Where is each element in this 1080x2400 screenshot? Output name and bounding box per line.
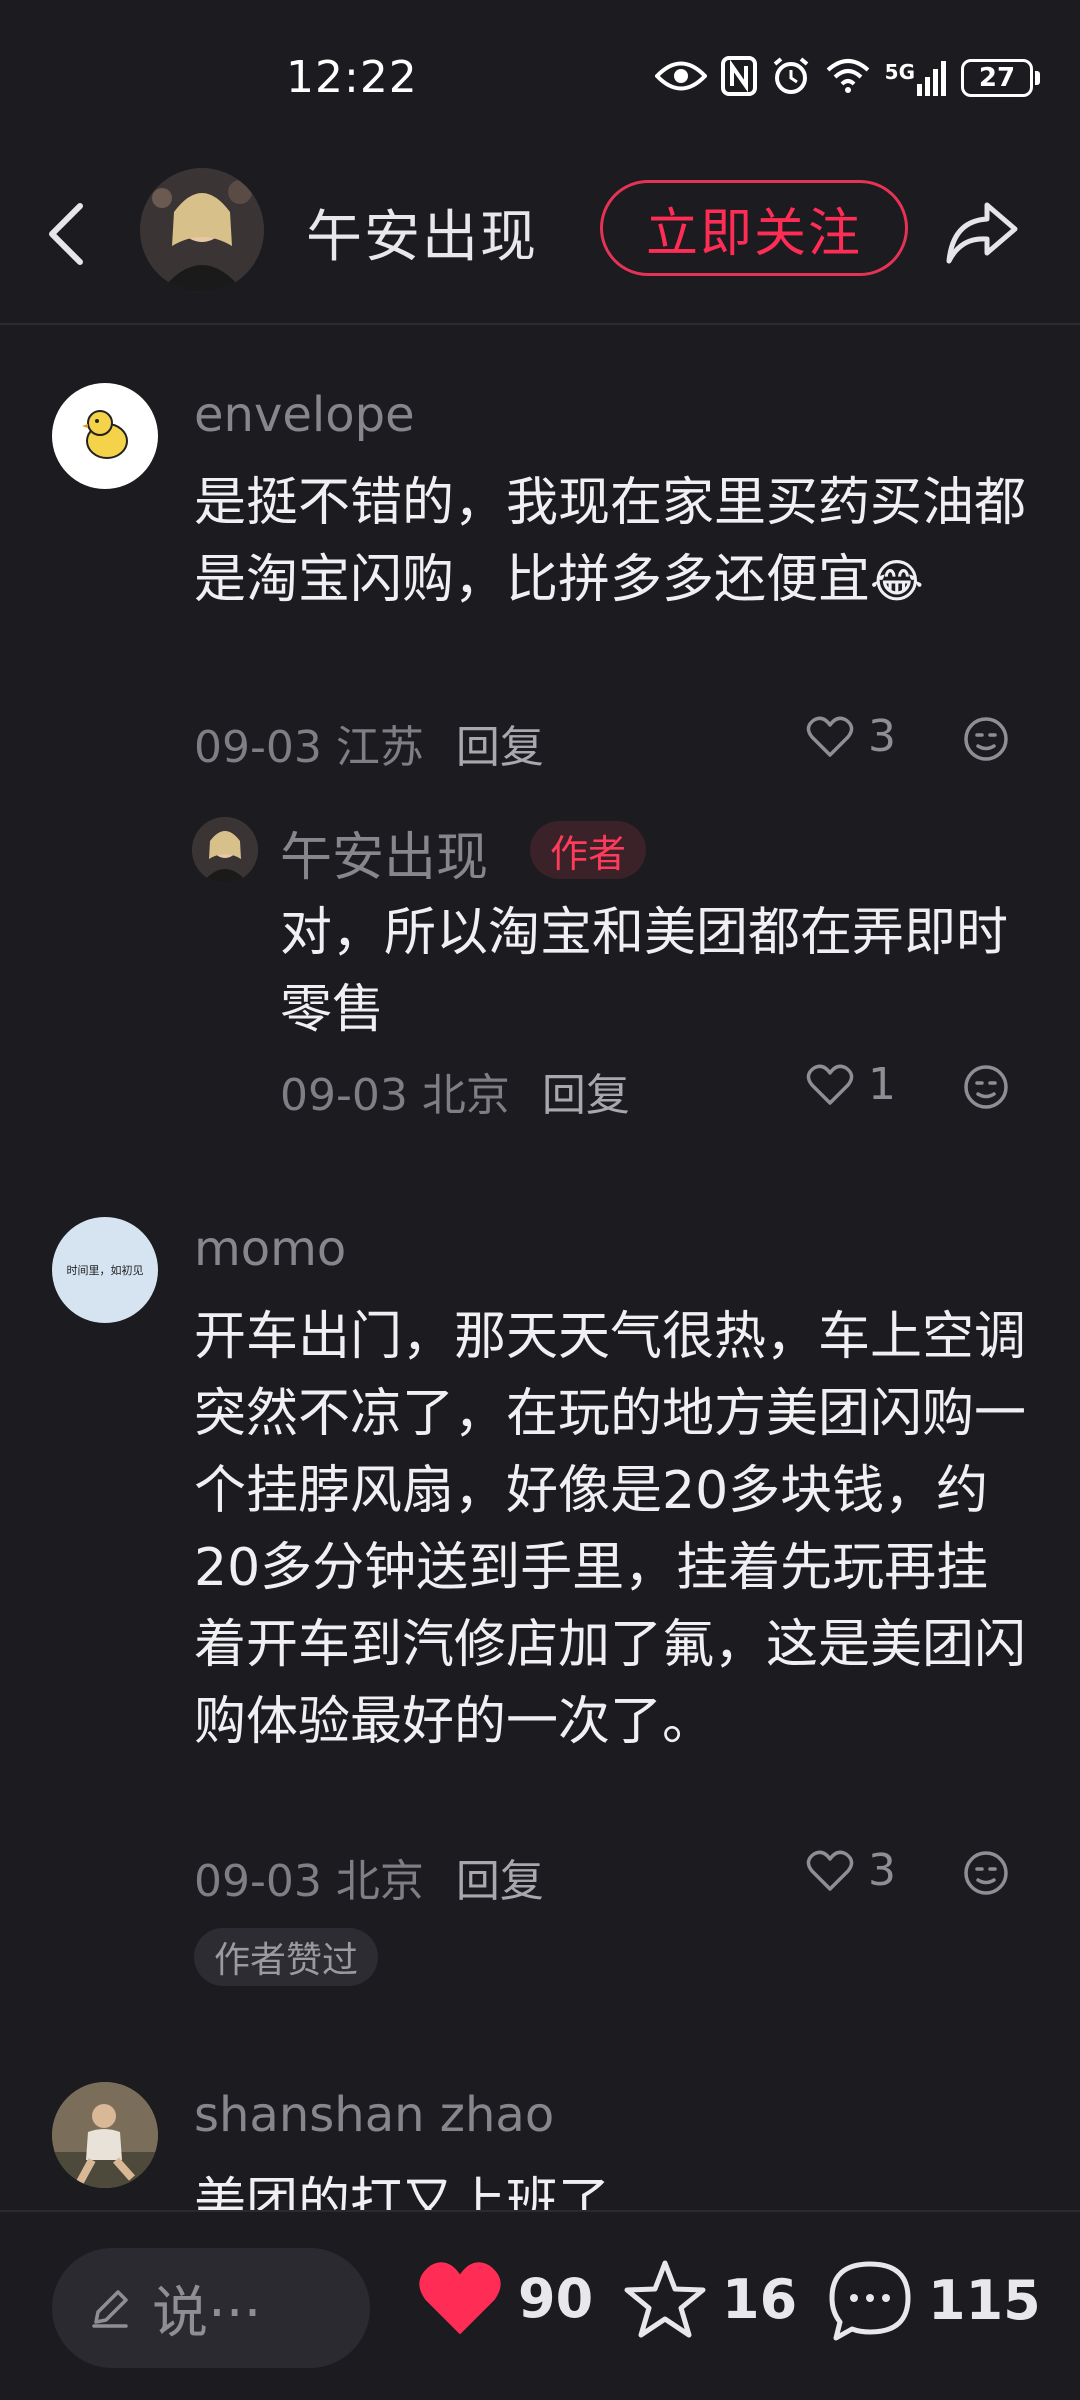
network-type-label: 5G: [884, 60, 915, 84]
like-count: 1: [868, 1059, 896, 1110]
emoji-reaction-icon[interactable]: [962, 1849, 1010, 1897]
chevron-left-icon: [49, 203, 83, 265]
comment-meta: 09-03 北京 回复: [280, 1059, 630, 1123]
heart-outline-icon: [806, 716, 854, 757]
comment-date: 09-03: [194, 722, 322, 773]
wifi-icon: [825, 58, 871, 98]
comment-bubble-icon: [829, 2261, 911, 2341]
like-button[interactable]: 3: [806, 711, 896, 762]
author-avatar[interactable]: [140, 168, 264, 292]
avatar-caption: 时间里，如初见: [66, 1264, 144, 1277]
comment-input[interactable]: 说···: [52, 2248, 370, 2368]
back-button[interactable]: [36, 194, 96, 274]
author-badge: 作者: [530, 821, 647, 879]
like-count: 90: [518, 2266, 594, 2330]
eye-icon: [653, 59, 708, 97]
comment-text: 美团的打又上班了: [194, 2173, 611, 2210]
comment-text: 开车出门，那天天气很热，车上空调突然不凉了，在玩的地方美团闪购一个挂脖风扇，好像…: [194, 1307, 1027, 1752]
comment-username[interactable]: envelope: [194, 387, 415, 443]
author-liked-badge: 作者赞过: [194, 1928, 379, 1986]
reply-button[interactable]: 回复: [542, 1070, 630, 1121]
status-time: 12:22: [286, 52, 418, 103]
comment-date: 09-03: [280, 1070, 408, 1121]
battery-level: 27: [961, 59, 1033, 97]
comment-location: 江苏: [335, 722, 424, 773]
author-name[interactable]: 午安出现: [306, 192, 538, 273]
heart-filled-icon: [419, 2262, 501, 2335]
like-button[interactable]: 3: [806, 1845, 896, 1896]
favorite-button[interactable]: 16: [622, 2258, 797, 2340]
chick-icon: [82, 410, 128, 459]
avatar[interactable]: 时间里，如初见: [52, 1217, 158, 1323]
comment-meta: 09-03 北京 回复: [194, 1845, 544, 1909]
comment-list[interactable]: envelope 是挺不错的，我现在家里买药买油都是淘宝闪购，比拼多多还便宜😂 …: [0, 325, 1080, 2210]
reply-button[interactable]: 回复: [456, 722, 544, 773]
comment-input-placeholder: 说···: [152, 2280, 262, 2346]
comment-username[interactable]: shanshan zhao: [194, 2087, 554, 2143]
heart-outline-icon: [806, 1850, 854, 1891]
like-post-button[interactable]: 90: [416, 2258, 593, 2338]
bottom-action-bar: 说··· 90 16 115: [0, 2210, 1080, 2400]
emoji-reaction-icon[interactable]: [962, 715, 1010, 763]
comment-location: 北京: [335, 1856, 424, 1907]
star-outline-icon: [624, 2260, 706, 2338]
favorite-count: 16: [722, 2267, 798, 2331]
reply-button[interactable]: 回复: [456, 1856, 544, 1907]
heart-outline-icon: [806, 1064, 854, 1105]
share-button[interactable]: [940, 190, 1024, 274]
laughing-emoji-icon: 😂: [870, 554, 924, 608]
comment-count: 115: [928, 2268, 1041, 2332]
share-icon: [946, 202, 1018, 264]
cellular-signal-icon: 5G: [885, 60, 947, 96]
alarm-icon: [771, 56, 811, 100]
like-count: 3: [868, 711, 896, 762]
comment-username[interactable]: 午安出现: [280, 815, 488, 890]
like-count: 3: [868, 1845, 896, 1896]
nfc-icon: [720, 56, 757, 100]
battery-icon: 27: [961, 59, 1040, 97]
avatar[interactable]: [192, 817, 258, 883]
pencil-icon: [92, 2290, 128, 2328]
like-button[interactable]: 1: [806, 1059, 896, 1110]
comment-date: 09-03: [194, 1856, 322, 1907]
status-bar: 12:22 5G 27: [0, 0, 1080, 150]
follow-button[interactable]: 立即关注: [600, 180, 908, 276]
comment-text: 是挺不错的，我现在家里买药买油都是淘宝闪购，比拼多多还便宜😂: [194, 465, 1030, 620]
comment-location: 北京: [421, 1070, 510, 1121]
comment-text: 对，所以淘宝和美团都在弄即时零售: [280, 903, 1009, 1040]
comment-button[interactable]: 115: [826, 2258, 1041, 2342]
emoji-reaction-icon[interactable]: [962, 1063, 1010, 1111]
avatar[interactable]: [52, 383, 158, 489]
status-icons: 5G 27: [653, 56, 1040, 100]
header: 午安出现 立即关注: [0, 150, 1080, 325]
avatar[interactable]: [52, 2082, 158, 2188]
comment-username[interactable]: momo: [194, 1221, 346, 1277]
comment-meta: 09-03 江苏 回复: [194, 711, 544, 775]
